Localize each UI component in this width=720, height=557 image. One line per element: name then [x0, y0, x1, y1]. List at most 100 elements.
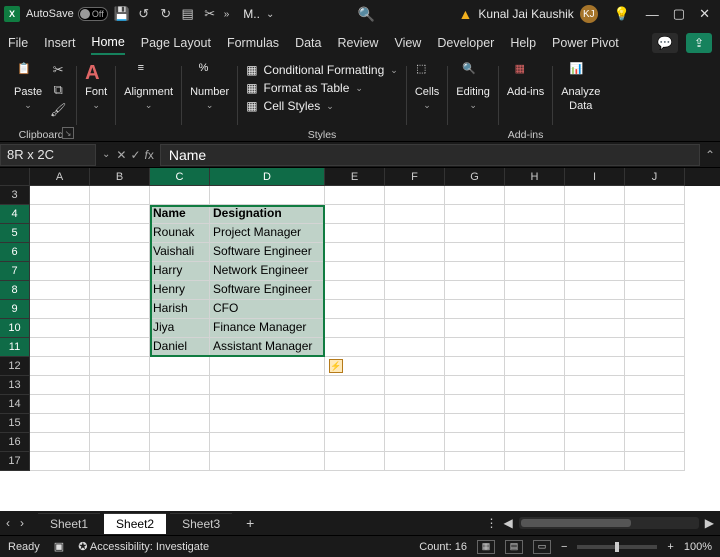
cell-G4[interactable] — [445, 205, 505, 224]
cell-I4[interactable] — [565, 205, 625, 224]
col-header-D[interactable]: D — [210, 168, 325, 186]
lightbulb-icon[interactable]: 💡 — [614, 6, 630, 22]
cell-J13[interactable] — [625, 376, 685, 395]
cell-J9[interactable] — [625, 300, 685, 319]
sheet-nav-next[interactable]: › — [20, 516, 24, 530]
cell-G10[interactable] — [445, 319, 505, 338]
cell-D7[interactable]: Network Engineer — [210, 262, 325, 281]
col-header-J[interactable]: J — [625, 168, 685, 186]
clipboard-dialog-launcher[interactable]: ↘ — [62, 127, 74, 139]
cell-F9[interactable] — [385, 300, 445, 319]
addins-button[interactable]: ▦Add-ins — [507, 62, 544, 98]
cell-G14[interactable] — [445, 395, 505, 414]
cell-D11[interactable]: Assistant Manager — [210, 338, 325, 357]
col-header-I[interactable]: I — [565, 168, 625, 186]
cell-C3[interactable] — [150, 186, 210, 205]
font-button[interactable]: A Font ⌄ — [85, 62, 107, 111]
cell-D8[interactable]: Software Engineer — [210, 281, 325, 300]
cell-B16[interactable] — [90, 433, 150, 452]
paste-button[interactable]: 📋 Paste ⌄ — [14, 62, 42, 111]
cell-C14[interactable] — [150, 395, 210, 414]
tab-view[interactable]: View — [394, 32, 421, 54]
cell-D15[interactable] — [210, 414, 325, 433]
cancel-formula-icon[interactable]: ✕ — [116, 148, 126, 162]
cell-F13[interactable] — [385, 376, 445, 395]
tab-formulas[interactable]: Formulas — [227, 32, 279, 54]
cell-A17[interactable] — [30, 452, 90, 471]
cell-B10[interactable] — [90, 319, 150, 338]
cell-G7[interactable] — [445, 262, 505, 281]
tab-page-layout[interactable]: Page Layout — [141, 32, 211, 54]
cell-G13[interactable] — [445, 376, 505, 395]
cell-F11[interactable] — [385, 338, 445, 357]
copy-button[interactable]: ⧉ — [48, 82, 68, 98]
cell-H17[interactable] — [505, 452, 565, 471]
row-header-17[interactable]: 17 — [0, 452, 30, 471]
sheet-tab-2[interactable]: Sheet2 — [104, 513, 166, 534]
cell-G3[interactable] — [445, 186, 505, 205]
formula-bar[interactable]: Name — [160, 144, 700, 166]
cell-E11[interactable] — [325, 338, 385, 357]
sheet-options-icon[interactable]: ⋮ — [486, 516, 498, 530]
number-button[interactable]: % Number ⌄ — [190, 62, 229, 111]
undo-icon[interactable]: ↺ — [136, 6, 152, 22]
cell-F8[interactable] — [385, 281, 445, 300]
cell-G9[interactable] — [445, 300, 505, 319]
scroll-left-icon[interactable]: ◀ — [504, 516, 513, 530]
cell-G16[interactable] — [445, 433, 505, 452]
name-box-dropdown[interactable]: ⌄ — [102, 149, 110, 160]
col-header-E[interactable]: E — [325, 168, 385, 186]
cell-E16[interactable] — [325, 433, 385, 452]
cell-I13[interactable] — [565, 376, 625, 395]
row-header-12[interactable]: 12 — [0, 357, 30, 376]
cell-C12[interactable] — [150, 357, 210, 376]
fx-icon[interactable]: fx — [145, 148, 154, 162]
sheet-tab-3[interactable]: Sheet3 — [170, 513, 232, 534]
row-header-3[interactable]: 3 — [0, 186, 30, 205]
cell-A8[interactable] — [30, 281, 90, 300]
row-header-7[interactable]: 7 — [0, 262, 30, 281]
cut-button[interactable]: ✂ — [48, 62, 68, 78]
cell-C11[interactable]: Daniel — [150, 338, 210, 357]
col-header-G[interactable]: G — [445, 168, 505, 186]
cell-E4[interactable] — [325, 205, 385, 224]
cell-E6[interactable] — [325, 243, 385, 262]
scroll-right-icon[interactable]: ▶ — [705, 516, 714, 530]
cell-H12[interactable] — [505, 357, 565, 376]
cell-F10[interactable] — [385, 319, 445, 338]
cell-A10[interactable] — [30, 319, 90, 338]
cell-F4[interactable] — [385, 205, 445, 224]
cell-C13[interactable] — [150, 376, 210, 395]
zoom-out-button[interactable]: − — [561, 541, 567, 553]
autosave-toggle[interactable]: AutoSave Off — [26, 7, 108, 21]
cell-E13[interactable] — [325, 376, 385, 395]
cell-D16[interactable] — [210, 433, 325, 452]
cell-C15[interactable] — [150, 414, 210, 433]
cell-G5[interactable] — [445, 224, 505, 243]
col-header-A[interactable]: A — [30, 168, 90, 186]
cell-C6[interactable]: Vaishali — [150, 243, 210, 262]
cell-H11[interactable] — [505, 338, 565, 357]
cell-D5[interactable]: Project Manager — [210, 224, 325, 243]
enter-formula-icon[interactable]: ✓ — [130, 148, 140, 162]
worksheet-grid[interactable]: ABCDEFGHIJ 34NameDesignation5RounakProje… — [0, 168, 720, 511]
cell-B15[interactable] — [90, 414, 150, 433]
cell-B14[interactable] — [90, 395, 150, 414]
cell-I17[interactable] — [565, 452, 625, 471]
cell-J6[interactable] — [625, 243, 685, 262]
normal-view-button[interactable]: ▦ — [477, 540, 495, 554]
cell-H3[interactable] — [505, 186, 565, 205]
cell-F15[interactable] — [385, 414, 445, 433]
cell-I16[interactable] — [565, 433, 625, 452]
cell-J12[interactable] — [625, 357, 685, 376]
cell-H14[interactable] — [505, 395, 565, 414]
cell-A15[interactable] — [30, 414, 90, 433]
redo-icon[interactable]: ↻ — [158, 6, 174, 22]
tab-review[interactable]: Review — [337, 32, 378, 54]
cell-F7[interactable] — [385, 262, 445, 281]
col-header-C[interactable]: C — [150, 168, 210, 186]
cell-F17[interactable] — [385, 452, 445, 471]
cell-A7[interactable] — [30, 262, 90, 281]
cell-J7[interactable] — [625, 262, 685, 281]
tab-help[interactable]: Help — [510, 32, 536, 54]
